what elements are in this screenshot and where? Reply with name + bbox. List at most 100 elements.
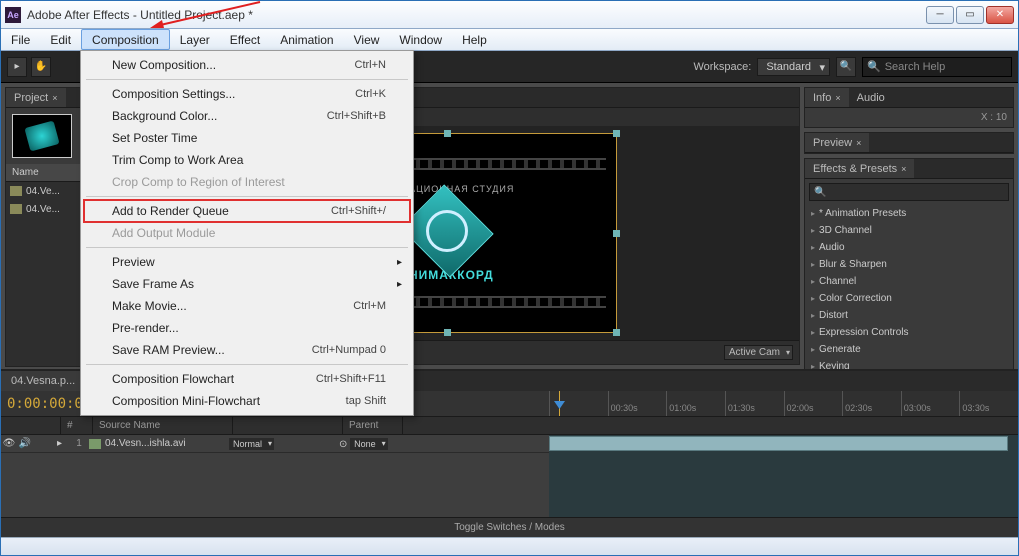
project-item[interactable]: 04.Ve... (6, 182, 84, 200)
project-name-header[interactable]: Name (6, 164, 84, 182)
project-thumbnail[interactable] (12, 114, 72, 158)
menu-item-label: Add Output Module (112, 226, 215, 240)
effects-search-input[interactable]: 🔍 (809, 183, 1009, 201)
workspace-dropdown[interactable]: Standard (757, 58, 830, 76)
menu-shortcut: Ctrl+Shift+B (327, 110, 386, 122)
source-name-header[interactable]: Source Name (93, 417, 233, 434)
project-tab[interactable]: Project × (6, 88, 66, 107)
menu-item-save-ram-preview[interactable]: Save RAM Preview...Ctrl+Numpad 0 (84, 339, 410, 361)
close-icon[interactable]: × (835, 93, 840, 103)
menu-item-trim-comp-to-work-area[interactable]: Trim Comp to Work Area (84, 149, 410, 171)
timeline-track-area[interactable] (549, 435, 1018, 517)
transform-handle[interactable] (444, 329, 451, 336)
maximize-button[interactable]: ▭ (956, 6, 984, 24)
effects-category[interactable]: Expression Controls (805, 324, 1013, 341)
menu-item-composition-mini-flowchart[interactable]: Composition Mini-Flowcharttap Shift (84, 390, 410, 412)
effects-category[interactable]: Color Correction (805, 290, 1013, 307)
menu-item-new-composition[interactable]: New Composition...Ctrl+N (84, 54, 410, 76)
effects-category[interactable]: Audio (805, 239, 1013, 256)
info-tab-label: Info (813, 92, 831, 104)
info-panel: Info × Audio X : 10 (804, 87, 1014, 128)
transform-handle[interactable] (444, 130, 451, 137)
effects-category[interactable]: Blur & Sharpen (805, 256, 1013, 273)
info-tab[interactable]: Info × (805, 88, 849, 107)
time-tick: 02:30s (842, 391, 901, 416)
preview-tab[interactable]: Preview × (805, 133, 869, 152)
menu-item-label: Make Movie... (112, 299, 187, 313)
workspace-search-icon[interactable]: 🔍 (836, 57, 856, 77)
effects-category[interactable]: 3D Channel (805, 222, 1013, 239)
menu-separator (86, 79, 408, 80)
menu-shortcut: Ctrl+K (355, 88, 386, 100)
menu-item-set-poster-time[interactable]: Set Poster Time (84, 127, 410, 149)
time-tick: 01:30s (725, 391, 784, 416)
menu-item-add-output-module: Add Output Module (84, 222, 410, 244)
menu-item-make-movie[interactable]: Make Movie... Ctrl+M (84, 295, 410, 317)
effects-tab[interactable]: Effects & Presets × (805, 159, 914, 178)
composition-menu-dropdown: New Composition...Ctrl+N Composition Sett… (80, 50, 414, 416)
search-help-placeholder: Search Help (885, 61, 946, 73)
effects-category[interactable]: Generate (805, 341, 1013, 358)
menu-window[interactable]: Window (389, 29, 452, 50)
window-buttons: ─ ▭ ✕ (926, 6, 1014, 24)
preview-tab-label: Preview (813, 137, 852, 149)
menu-view[interactable]: View (344, 29, 390, 50)
timeline-layer-row[interactable]: 👁 🔊 ▸ 1 04.Vesn...ishla.avi Normal ⊙ Non… (1, 435, 549, 453)
menu-item-composition-flowchart[interactable]: Composition FlowchartCtrl+Shift+F11 (84, 368, 410, 390)
timeline-timecode[interactable]: 0:00:00:00 (7, 396, 91, 412)
transform-handle[interactable] (613, 329, 620, 336)
effects-category[interactable]: * Animation Presets (805, 205, 1013, 222)
time-tick: 03:00s (901, 391, 960, 416)
info-body: X : 10 (805, 108, 1013, 127)
search-help-input[interactable]: 🔍 Search Help (862, 57, 1012, 77)
menu-item-background-color[interactable]: Background Color...Ctrl+Shift+B (84, 105, 410, 127)
menu-item-label: Preview (112, 255, 155, 269)
menu-help[interactable]: Help (452, 29, 497, 50)
audio-tab[interactable]: Audio (849, 88, 893, 107)
menu-item-pre-render[interactable]: Pre-render... (84, 317, 410, 339)
close-icon[interactable]: × (901, 164, 906, 174)
footage-icon (89, 439, 101, 449)
menu-file[interactable]: File (1, 29, 40, 50)
hand-tool-icon[interactable]: ✋ (31, 57, 51, 77)
timeline-tab-label: 04.Vesna.p... (11, 375, 75, 387)
toggle-switches-button[interactable]: Toggle Switches / Modes (1, 517, 1018, 537)
selection-tool-icon[interactable]: ▸ (7, 57, 27, 77)
parent-dropdown[interactable]: None (350, 438, 388, 450)
minimize-button[interactable]: ─ (926, 6, 954, 24)
menu-shortcut: Ctrl+M (353, 300, 386, 312)
parent-header[interactable]: Parent (343, 417, 403, 434)
project-item[interactable]: 04.Ve... (6, 200, 84, 218)
transform-handle[interactable] (613, 230, 620, 237)
menu-edit[interactable]: Edit (40, 29, 81, 50)
layer-duration-bar[interactable] (549, 436, 1008, 451)
menu-item-add-to-render-queue[interactable]: Add to Render QueueCtrl+Shift+/ (84, 200, 410, 222)
playhead[interactable] (559, 391, 560, 416)
effects-category[interactable]: Channel (805, 273, 1013, 290)
audio-toggle-icon[interactable]: 🔊 (17, 438, 33, 449)
camera-dropdown[interactable]: Active Cam (724, 345, 793, 360)
close-button[interactable]: ✕ (986, 6, 1014, 24)
transform-handle[interactable] (613, 130, 620, 137)
menu-item-composition-settings[interactable]: Composition Settings...Ctrl+K (84, 83, 410, 105)
project-panel: Project × Name 04.Ve... 04.Ve... (5, 87, 85, 367)
time-ruler[interactable]: 00:30s 01:00s 01:30s 02:00s 02:30s 03:00… (549, 391, 1018, 416)
menu-item-save-frame-as[interactable]: Save Frame As (84, 273, 410, 295)
menu-item-preview[interactable]: Preview (84, 251, 410, 273)
effects-category[interactable]: Keying (805, 358, 1013, 369)
close-icon[interactable]: × (52, 93, 57, 103)
effects-panel: Effects & Presets × 🔍 * Animation Presets… (804, 158, 1014, 369)
close-icon[interactable]: × (856, 138, 861, 148)
menu-shortcut: Ctrl+Shift+F11 (316, 373, 386, 385)
effects-category[interactable]: Distort (805, 307, 1013, 324)
menu-item-label: Crop Comp to Region of Interest (112, 175, 285, 189)
workspace-selector: Workspace: Standard 🔍 🔍 Search Help (693, 57, 1012, 77)
blend-mode-dropdown[interactable]: Normal (229, 438, 274, 450)
av-toggles-header (1, 417, 61, 434)
project-item-label: 04.Ve... (26, 204, 60, 215)
visibility-toggle-icon[interactable]: 👁 (1, 438, 17, 449)
menu-animation[interactable]: Animation (270, 29, 343, 50)
project-list: Name 04.Ve... 04.Ve... (6, 164, 84, 366)
effects-tab-label: Effects & Presets (813, 163, 897, 175)
status-bar (1, 537, 1018, 555)
